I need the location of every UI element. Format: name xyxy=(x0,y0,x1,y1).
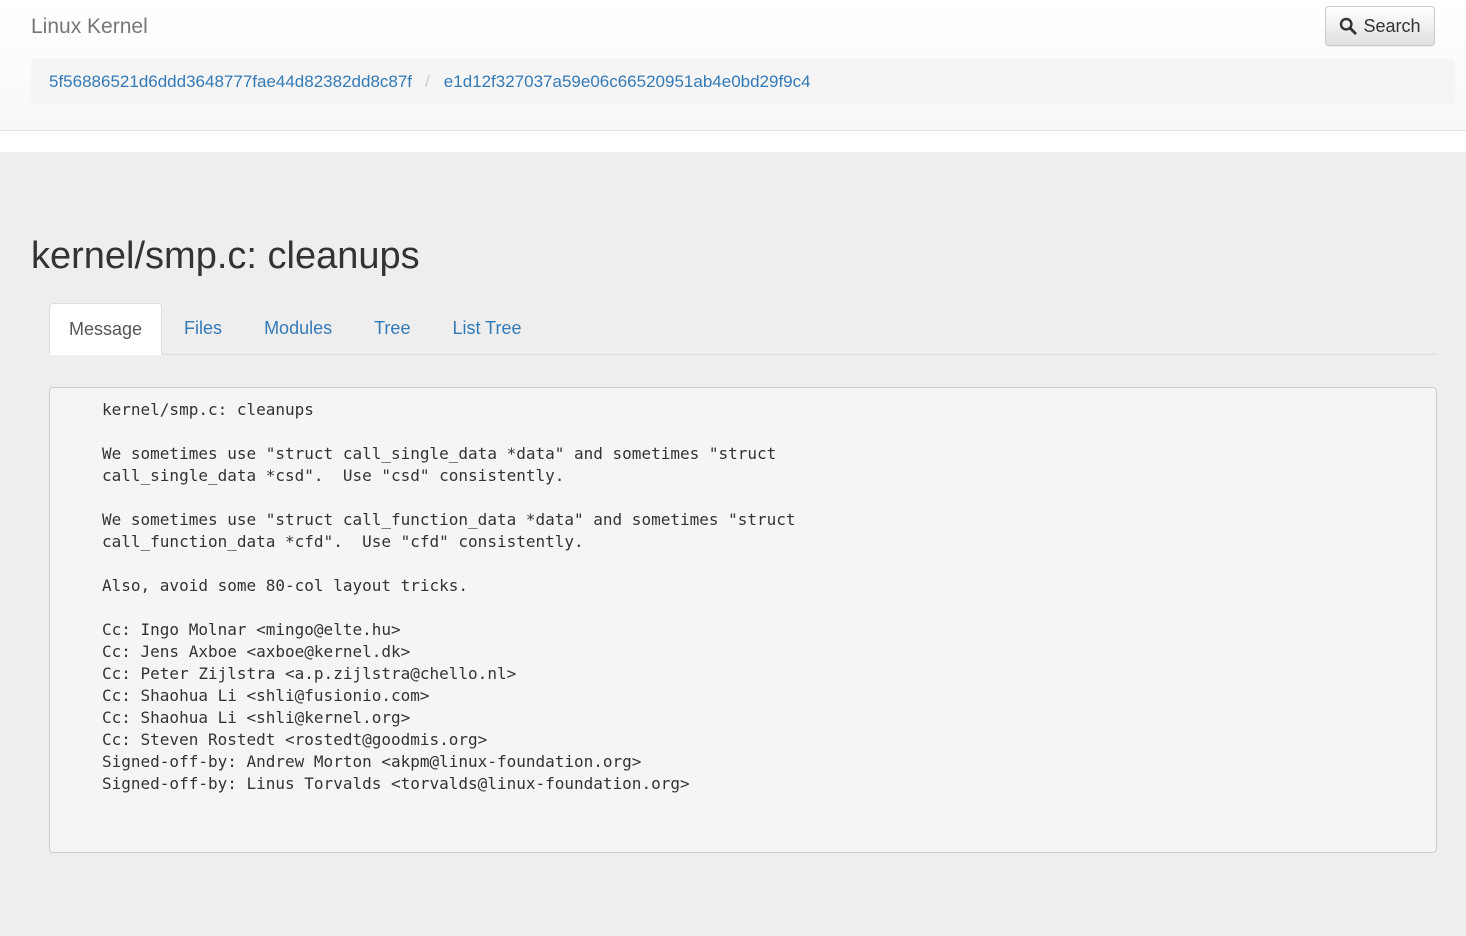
header-spacer xyxy=(0,131,1466,152)
search-button[interactable]: Search xyxy=(1325,6,1435,46)
tab-list-tree[interactable]: List Tree xyxy=(432,303,541,354)
tab-modules[interactable]: Modules xyxy=(244,303,352,354)
commit-message-panel: kernel/smp.c: cleanups We sometimes use … xyxy=(49,387,1437,853)
breadcrumb-commit-current[interactable]: e1d12f327037a59e06c66520951ab4e0bd29f9c4 xyxy=(444,72,811,92)
breadcrumb-separator: / xyxy=(425,71,430,91)
tab-message[interactable]: Message xyxy=(49,303,163,355)
search-icon xyxy=(1339,17,1358,35)
breadcrumb: 5f56886521d6ddd3648777fae44d82382dd8c87f… xyxy=(31,59,1455,104)
page-title: kernel/smp.c: cleanups xyxy=(31,235,420,277)
tab-files[interactable]: Files xyxy=(164,303,242,354)
search-button-label: Search xyxy=(1363,15,1421,36)
tab-tree[interactable]: Tree xyxy=(354,303,430,354)
navbar: Linux Kernel Search 5f56886521d6ddd36487… xyxy=(0,0,1466,131)
brand-link[interactable]: Linux Kernel xyxy=(31,14,148,40)
breadcrumb-commit-parent[interactable]: 5f56886521d6ddd3648777fae44d82382dd8c87f xyxy=(49,72,412,92)
commit-message-text: kernel/smp.c: cleanups We sometimes use … xyxy=(102,400,796,793)
tab-bar: Message Files Modules Tree List Tree xyxy=(49,303,1437,355)
